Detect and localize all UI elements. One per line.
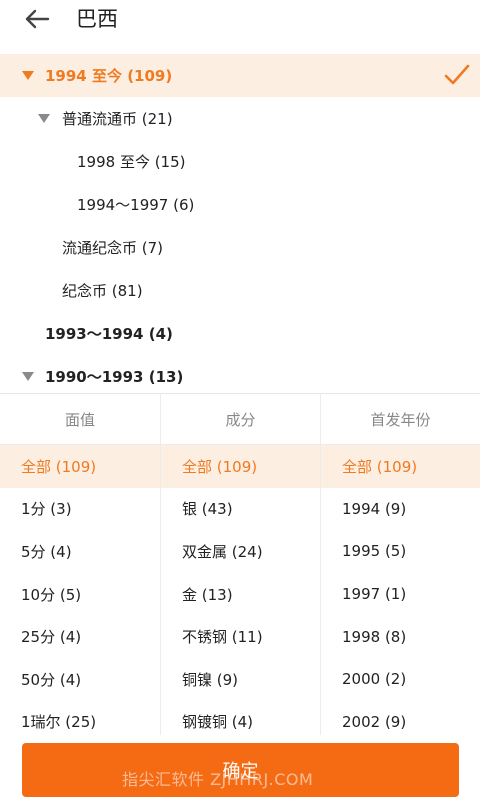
caret-down-icon [38,114,50,123]
tree-item-label: 1990～1993 (13) [45,368,184,386]
filter-option[interactable]: 金 (13) [161,573,320,616]
filter-column-header: 成分 [161,394,320,445]
filter-option[interactable]: 银 (43) [161,488,320,531]
tree-item-1993-1994[interactable]: 1993～1994 (4) [0,312,480,355]
filter-column-composition: 成分 全部 (109) 银 (43) 双金属 (24) 金 (13) 不锈钢 (… [160,394,320,735]
tree-item-circulating-commemorative[interactable]: 流通纪念币 (7) [0,226,480,269]
filter-option[interactable]: 10分 (5) [0,573,160,616]
filter-option[interactable]: 不锈钢 (11) [161,615,320,658]
tree-item-label: 1993～1994 (4) [45,325,173,343]
tree-item-label: 流通纪念币 (7) [62,239,164,257]
arrow-left-icon [25,9,50,29]
filter-option[interactable]: 1997 (1) [321,573,480,616]
tree-item-1998-present[interactable]: 1998 至今 (15) [0,140,480,183]
caret-down-icon [22,372,34,381]
filter-panel: 面值 全部 (109) 1分 (3) 5分 (4) 10分 (5) 25分 (4… [0,393,480,735]
filter-option[interactable]: 50分 (4) [0,658,160,701]
page-title: 巴西 [76,7,118,31]
filter-option[interactable]: 钢镀铜 (4) [161,701,320,735]
filter-column-denomination: 面值 全部 (109) 1分 (3) 5分 (4) 10分 (5) 25分 (4… [0,394,160,735]
filter-option[interactable]: 5分 (4) [0,530,160,573]
filter-option[interactable]: 1分 (3) [0,488,160,531]
filter-option[interactable]: 1995 (5) [321,530,480,573]
category-tree: 1994 至今 (109) 普通流通币 (21) 1998 至今 (15) 19… [0,54,480,398]
back-button[interactable] [22,4,52,34]
filter-option[interactable]: 全部 (109) [161,445,320,488]
filter-column-header: 首发年份 [321,394,480,445]
checkmark-icon [444,64,470,85]
filter-option[interactable]: 25分 (4) [0,615,160,658]
tree-item-label: 1994～1997 (6) [77,196,195,214]
tree-item-label: 纪念币 (81) [62,282,143,300]
filter-option[interactable]: 1994 (9) [321,488,480,531]
tree-item-label: 普通流通币 (21) [62,110,173,128]
tree-item-label: 1994 至今 (109) [45,67,173,85]
filter-column-header: 面值 [0,394,160,445]
filter-option[interactable]: 2002 (9) [321,701,480,735]
header-bar: 巴西 [0,0,480,44]
tree-item-1990-1993[interactable]: 1990～1993 (13) [0,355,480,398]
filter-column-first-year: 首发年份 全部 (109) 1994 (9) 1995 (5) 1997 (1)… [320,394,480,735]
filter-option[interactable]: 铜镍 (9) [161,658,320,701]
filter-option[interactable]: 全部 (109) [0,445,160,488]
tree-item-regular-circulation[interactable]: 普通流通币 (21) [0,97,480,140]
filter-option[interactable]: 1998 (8) [321,615,480,658]
filter-option[interactable]: 全部 (109) [321,445,480,488]
caret-down-icon [22,71,34,80]
filter-option[interactable]: 1瑞尔 (25) [0,701,160,735]
watermark: 指尖汇软件 ZJHHRJ.COM [122,770,314,789]
filter-option[interactable]: 2000 (2) [321,658,480,701]
tree-item-1994-1997[interactable]: 1994～1997 (6) [0,183,480,226]
tree-item-commemorative[interactable]: 纪念币 (81) [0,269,480,312]
tree-item-1994-present[interactable]: 1994 至今 (109) [0,54,480,97]
tree-item-label: 1998 至今 (15) [77,153,186,171]
filter-option[interactable]: 双金属 (24) [161,530,320,573]
